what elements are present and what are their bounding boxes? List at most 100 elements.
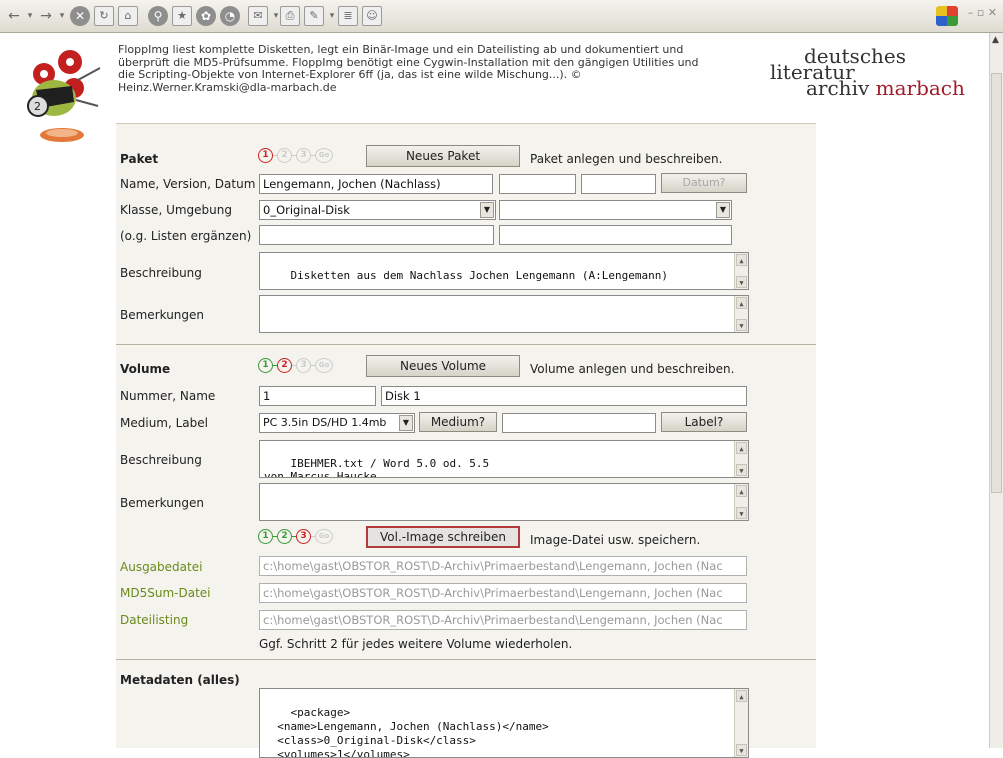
- paket-bemerkungen-textarea[interactable]: ▲ ▼: [259, 295, 749, 333]
- step-go-indicator: Go: [315, 148, 333, 163]
- home-icon[interactable]: ⌂: [118, 6, 138, 26]
- logo-word-archiv: archiv: [806, 76, 870, 100]
- section-divider: [116, 659, 816, 660]
- step-3-indicator: 3: [296, 148, 311, 163]
- paket-name-input[interactable]: Lengemann, Jochen (Nachlass): [259, 174, 493, 194]
- volume-button-desc: Volume anlegen und beschreiben.: [530, 362, 735, 376]
- discuss-icon[interactable]: ≣: [338, 6, 358, 26]
- favorites-icon[interactable]: ★: [172, 6, 192, 26]
- step-2-indicator: 2: [277, 358, 292, 373]
- paket-beschreibung-text: Disketten aus dem Nachlass Jochen Lengem…: [290, 269, 669, 282]
- step-go-indicator: Go: [315, 529, 333, 544]
- step-3-indicator: 3: [296, 358, 311, 373]
- paket-extra-input-1[interactable]: [259, 225, 494, 245]
- paket-steps: 1 2 3 Go: [258, 148, 333, 164]
- volume-heading: Volume: [120, 362, 171, 376]
- paket-heading: Paket: [120, 152, 159, 166]
- chevron-down-icon[interactable]: ▼: [480, 202, 494, 218]
- volume-beschreibung-label: Beschreibung: [120, 453, 202, 467]
- mail-icon[interactable]: ✉: [248, 6, 268, 26]
- image-steps: 1 2 3 Go: [258, 529, 333, 545]
- step-go-indicator: Go: [315, 358, 333, 373]
- floppimg-form: Paket 1 2 3 Go Neues Paket Paket anlegen un…: [116, 123, 816, 758]
- datum-button[interactable]: Datum?: [661, 173, 747, 193]
- md5sum-label: MD5Sum-Datei: [120, 586, 211, 600]
- repeat-note: Ggf. Schritt 2 für jedes weitere Volume …: [259, 637, 573, 651]
- edit-icon[interactable]: ✎: [304, 6, 324, 26]
- step-2-indicator: 2: [277, 529, 292, 544]
- print-icon[interactable]: ⎙: [280, 6, 300, 26]
- dateilisting-input[interactable]: c:\home\gast\OBSTOR_ROST\D-Archiv\Primae…: [259, 610, 747, 630]
- medium-value: PC 3.5in DS/HD 1.4mb: [263, 416, 387, 429]
- paket-version-input[interactable]: [499, 174, 576, 194]
- volume-medium-select[interactable]: PC 3.5in DS/HD 1.4mb ▼: [259, 413, 415, 433]
- metadaten-heading: Metadaten (alles): [120, 673, 240, 687]
- logo-word-marbach: marbach: [875, 76, 965, 100]
- step-2-indicator: 2: [277, 148, 292, 163]
- paket-klasse-select[interactable]: 0_Original-Disk ▼: [259, 200, 496, 220]
- page-scrollbar[interactable]: ▲: [989, 33, 1003, 748]
- media-icon[interactable]: ✿: [196, 6, 216, 26]
- paket-ergaenzen-label: (o.g. Listen ergänzen): [120, 229, 252, 243]
- step-1-indicator: 1: [258, 148, 273, 163]
- volume-label-input[interactable]: [502, 413, 656, 433]
- step-3-indicator: 3: [296, 529, 311, 544]
- volume-medium-label: Medium, Label: [120, 416, 208, 430]
- windows-logo-icon: [936, 6, 958, 26]
- volume-name-input[interactable]: Disk 1: [381, 386, 747, 406]
- textarea-scrollbar[interactable]: ▲ ▼: [734, 689, 748, 757]
- volume-steps: 1 2 3 Go: [258, 358, 333, 374]
- search-icon[interactable]: ⚲: [148, 6, 168, 26]
- textarea-scrollbar[interactable]: ▲ ▼: [734, 441, 748, 477]
- md5sum-input[interactable]: c:\home\gast\OBSTOR_ROST\D-Archiv\Primae…: [259, 583, 747, 603]
- section-divider: [116, 344, 816, 345]
- volume-beschreibung-text: IBEHMER.txt / Word 5.0 od. 5.5 von Marcu…: [264, 457, 490, 478]
- label-button[interactable]: Label?: [661, 412, 747, 432]
- intro-line: Heinz.Werner.Kramski@dla-marbach.de: [118, 80, 337, 94]
- textarea-scrollbar[interactable]: ▲ ▼: [734, 484, 748, 520]
- volume-beschreibung-textarea[interactable]: IBEHMER.txt / Word 5.0 od. 5.5 von Marcu…: [259, 440, 749, 478]
- textarea-scrollbar[interactable]: ▲ ▼: [734, 253, 748, 289]
- browser-toolbar: ← ▾ → ▾ ✕ ↻ ⌂ ⚲ ★ ✿ ◔ ✉ ▾ ⎙ ✎ ▾ ≣ ☺ – ▫ …: [0, 0, 1003, 33]
- paket-beschreibung-label: Beschreibung: [120, 266, 202, 280]
- chevron-down-icon[interactable]: ▼: [716, 202, 730, 218]
- paket-name-label: Name, Version, Datum: [120, 177, 256, 191]
- intro-line: die Scripting-Objekte von Internet-Explo…: [118, 68, 582, 81]
- paket-bemerkungen-label: Bemerkungen: [120, 308, 205, 322]
- neues-paket-button[interactable]: Neues Paket: [366, 145, 520, 167]
- ausgabedatei-label: Ausgabedatei: [120, 560, 203, 574]
- refresh-icon[interactable]: ↻: [94, 6, 114, 26]
- forward-dropdown-icon[interactable]: ▾: [52, 6, 72, 26]
- neues-volume-button[interactable]: Neues Volume: [366, 355, 520, 377]
- paket-extra-input-2[interactable]: [499, 225, 732, 245]
- paket-button-desc: Paket anlegen und beschreiben.: [530, 152, 723, 166]
- volume-nummer-label: Nummer, Name: [120, 389, 216, 403]
- vol-image-schreiben-button[interactable]: Vol.-Image schreiben: [366, 526, 520, 548]
- scroll-up-icon[interactable]: ▲: [992, 35, 999, 45]
- paket-umgebung-select[interactable]: ▼: [499, 200, 732, 220]
- step-1-indicator: 1: [258, 529, 273, 544]
- stop-icon[interactable]: ✕: [70, 6, 90, 26]
- scrollbar-thumb[interactable]: [991, 73, 1002, 493]
- medium-button[interactable]: Medium?: [419, 412, 497, 432]
- textarea-scrollbar[interactable]: ▲ ▼: [734, 296, 748, 332]
- logo-word-archiv-marbach: archiv marbach: [806, 76, 965, 100]
- klasse-value: 0_Original-Disk: [263, 203, 350, 217]
- messenger-icon[interactable]: ☺: [362, 6, 382, 26]
- history-icon[interactable]: ◔: [220, 6, 240, 26]
- intro-line: FloppImg liest komplette Disketten, legt…: [118, 43, 684, 56]
- volume-bemerkungen-textarea[interactable]: ▲ ▼: [259, 483, 749, 521]
- chevron-down-icon[interactable]: ▼: [399, 415, 413, 431]
- volume-bemerkungen-label: Bemerkungen: [120, 496, 205, 510]
- floppimg-logo: 2: [27, 50, 101, 142]
- step-1-indicator: 1: [258, 358, 273, 373]
- dateilisting-label: Dateilisting: [120, 613, 189, 627]
- paket-datum-input[interactable]: [581, 174, 656, 194]
- metadaten-xml: <package> <name>Lengemann, Jochen (Nachl…: [277, 706, 549, 758]
- paket-klasse-label: Klasse, Umgebung: [120, 203, 232, 217]
- ausgabedatei-input[interactable]: c:\home\gast\OBSTOR_ROST\D-Archiv\Primae…: [259, 556, 747, 576]
- volume-nummer-input[interactable]: 1: [259, 386, 376, 406]
- image-button-desc: Image-Datei usw. speichern.: [530, 533, 701, 547]
- window-controls[interactable]: – ▫ ✕: [968, 6, 997, 19]
- paket-beschreibung-textarea[interactable]: Disketten aus dem Nachlass Jochen Lengem…: [259, 252, 749, 290]
